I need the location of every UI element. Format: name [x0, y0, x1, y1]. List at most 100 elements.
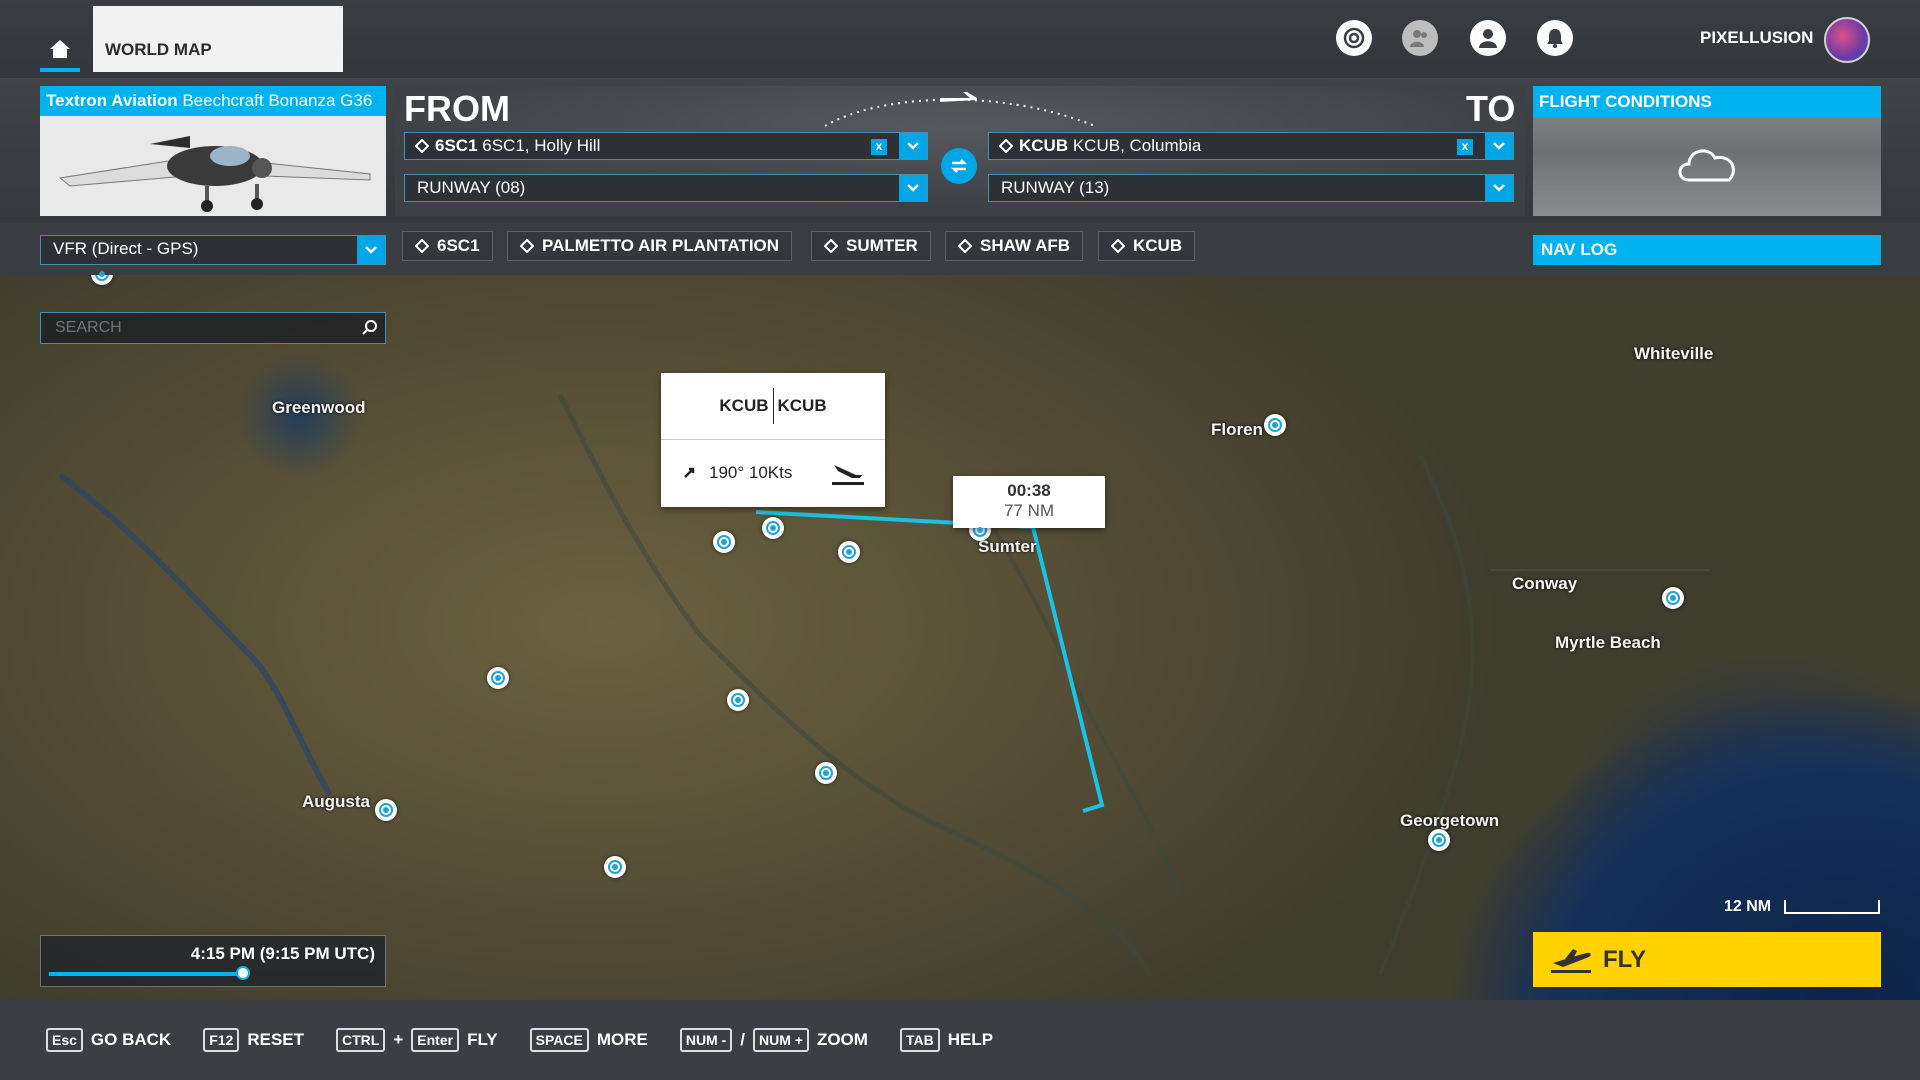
cloud-icon — [1678, 149, 1735, 182]
airport-info-popup[interactable]: KCUB KCUB 190° 10Kts — [661, 373, 885, 507]
waypoint-icon — [824, 239, 838, 253]
footer-controls: Esc GO BACK F12 RESET CTRL + Enter FLY S… — [0, 1000, 1920, 1080]
home-icon — [50, 40, 70, 58]
airport-marker[interactable] — [1264, 414, 1286, 436]
time-slider[interactable] — [49, 966, 377, 980]
airport-marker[interactable] — [815, 762, 837, 784]
airport-marker[interactable] — [487, 667, 509, 689]
waypoint-label: 6SC1 — [437, 236, 480, 255]
friends-icon — [1410, 30, 1427, 47]
airport-icon — [415, 139, 429, 153]
waypoint-chip[interactable]: PALMETTO AIR PLANTATION — [507, 231, 793, 261]
waypoint-label: SUMTER — [846, 236, 918, 255]
arrival-runway-dropdown-button[interactable] — [1485, 175, 1513, 201]
airport-marker[interactable] — [1428, 829, 1450, 851]
go-back-label[interactable]: GO BACK — [91, 1030, 171, 1050]
departure-name: 6SC1, Holly Hill — [482, 136, 601, 155]
airport-marker[interactable] — [762, 517, 784, 539]
time-of-day-widget[interactable]: 4:15 PM (9:15 PM UTC) — [40, 935, 386, 987]
key-ctrl[interactable]: CTRL — [336, 1028, 386, 1052]
top-bar: WORLD MAP PIXELLUSION — [0, 0, 1920, 78]
departure-runway: RUNWAY (08) — [417, 178, 526, 197]
flight-conditions-title: FLIGHT CONDITIONS — [1533, 86, 1881, 118]
flight-plan-type-dropdown[interactable]: VFR (Direct - GPS) — [40, 235, 386, 265]
avatar[interactable] — [1824, 17, 1870, 63]
time-slider-fill — [49, 972, 243, 976]
map-search[interactable] — [40, 312, 386, 344]
airport-marker[interactable] — [1662, 587, 1684, 609]
flight-plan-type-dropdown-button[interactable] — [357, 236, 385, 264]
key-esc[interactable]: Esc — [46, 1028, 83, 1052]
key-num-minus[interactable]: NUM - — [679, 1028, 733, 1052]
route-line — [755, 510, 1105, 813]
landing-icon — [832, 465, 865, 485]
wind-icon — [684, 467, 695, 478]
home-button[interactable] — [40, 38, 80, 72]
waypoint-chip[interactable]: KCUB — [1098, 231, 1196, 261]
waypoint-chip[interactable]: SUMTER — [811, 231, 931, 261]
chevron-down-icon — [1493, 184, 1505, 192]
waypoint-icon — [520, 239, 534, 253]
airport-icon — [999, 139, 1013, 153]
departure-runway-dropdown[interactable]: RUNWAY (08) — [404, 174, 928, 202]
key-num-plus[interactable]: NUM + — [753, 1028, 809, 1052]
waypoint-chip[interactable]: 6SC1 — [402, 231, 493, 261]
arrival-airport-dropdown[interactable]: KCUB KCUB, Columbia x — [988, 132, 1514, 160]
nav-log-button[interactable]: NAV LOG — [1533, 235, 1881, 265]
fly-shortcut-label[interactable]: FLY — [467, 1030, 498, 1050]
news-button[interactable] — [1336, 20, 1372, 56]
help-label[interactable]: HELP — [948, 1030, 993, 1050]
tab-world-map-label: WORLD MAP — [105, 40, 212, 59]
departure-dropdown-button[interactable] — [899, 133, 927, 159]
chevron-down-icon — [907, 142, 919, 150]
city-label-georgetown: Georgetown — [1400, 811, 1500, 830]
wind-value: 190° 10Kts — [709, 463, 793, 482]
reset-label[interactable]: RESET — [247, 1030, 304, 1050]
news-icon — [1343, 27, 1365, 49]
arrival-dropdown-button[interactable] — [1485, 133, 1513, 159]
username[interactable]: PIXELLUSION — [1700, 28, 1813, 48]
zoom-label[interactable]: ZOOM — [817, 1030, 868, 1050]
search-input[interactable] — [41, 313, 341, 343]
waypoint-label: SHAW AFB — [980, 236, 1071, 255]
key-enter[interactable]: Enter — [411, 1028, 460, 1052]
waypoint-chip[interactable]: SHAW AFB — [945, 231, 1084, 261]
airport-popup-divider — [772, 388, 774, 424]
waypoint-icon — [1111, 239, 1125, 253]
departure-airport-dropdown[interactable]: 6SC1 6SC1, Holly Hill x — [404, 132, 928, 160]
home-tab-indicator — [40, 68, 80, 72]
airport-marker[interactable] — [727, 689, 749, 711]
friends-button[interactable] — [1402, 20, 1438, 56]
notifications-button[interactable] — [1537, 20, 1573, 56]
airport-marker[interactable] — [604, 856, 626, 878]
flight-plan-type: VFR (Direct - GPS) — [53, 239, 199, 258]
flight-conditions-card[interactable]: FLIGHT CONDITIONS — [1533, 86, 1881, 216]
city-label-myrtle-beach: Myrtle Beach — [1555, 633, 1661, 652]
airport-marker[interactable] — [838, 541, 860, 563]
aircraft-card[interactable]: Textron Aviation Beechcraft Bonanza G36 — [40, 86, 386, 216]
waypoint-bar: VFR (Direct - GPS) 6SC1 PALMETTO AIR PLA… — [0, 223, 1920, 275]
departure-runway-dropdown-button[interactable] — [899, 175, 927, 201]
airport-marker[interactable] — [713, 531, 735, 553]
arrival-runway-dropdown[interactable]: RUNWAY (13) — [988, 174, 1514, 202]
swap-route-button[interactable] — [941, 148, 977, 184]
waypoint-label: PALMETTO AIR PLANTATION — [542, 236, 780, 255]
airport-marker[interactable] — [375, 799, 397, 821]
clear-arrival-button[interactable]: x — [1457, 139, 1473, 155]
aircraft-title: Textron Aviation Beechcraft Bonanza G36 — [40, 86, 386, 116]
clear-departure-button[interactable]: x — [871, 139, 887, 155]
chevron-down-icon — [1493, 142, 1505, 150]
more-label[interactable]: MORE — [597, 1030, 648, 1050]
aircraft-model: Beechcraft Bonanza G36 — [182, 91, 373, 110]
waypoint-label: KCUB — [1133, 236, 1183, 255]
key-space[interactable]: SPACE — [529, 1028, 589, 1052]
search-icon[interactable] — [361, 319, 379, 337]
key-f12[interactable]: F12 — [203, 1028, 240, 1052]
profile-button[interactable] — [1470, 20, 1506, 56]
key-tab[interactable]: TAB — [899, 1028, 940, 1052]
arrival-runway: RUNWAY (13) — [1001, 178, 1110, 197]
tab-world-map[interactable]: WORLD MAP — [93, 6, 343, 72]
time-label: 4:15 PM (9:15 PM UTC) — [190, 944, 375, 963]
fly-button[interactable]: FLY — [1533, 932, 1881, 987]
time-slider-handle[interactable] — [235, 966, 250, 980]
